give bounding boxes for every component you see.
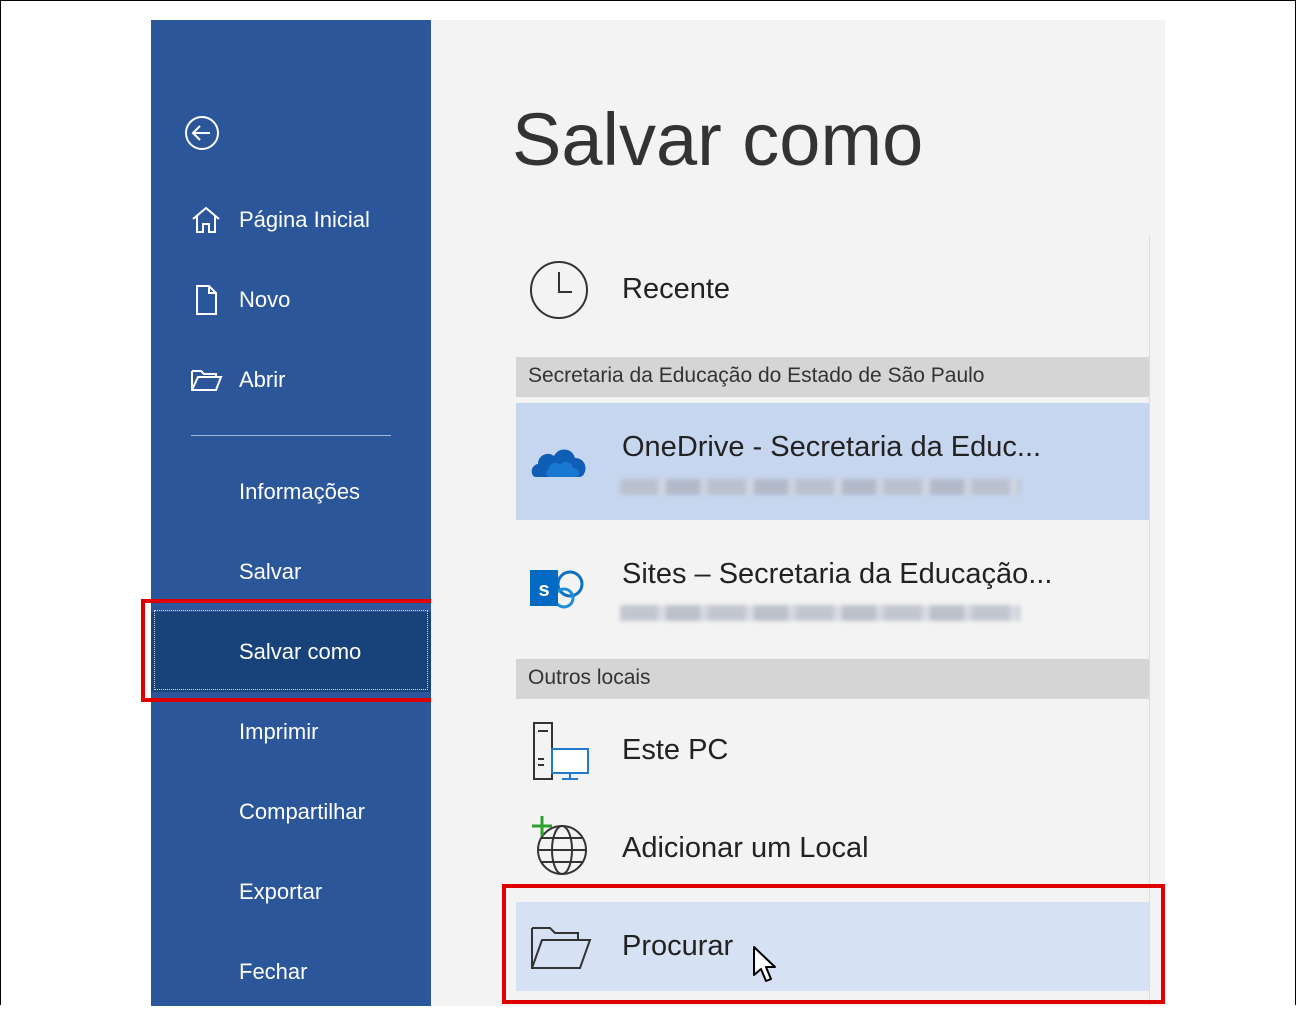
nav-label-home: Página Inicial [239,207,370,232]
page-title: Salvar como [512,98,924,181]
blurred-url [620,605,1020,621]
location-this-pc[interactable]: Este PC [516,707,1149,797]
location-sites[interactable]: s Sites – Secretaria da Educação... [516,528,1149,645]
open-folder-icon [191,370,223,391]
onedrive-label: OneDrive - Secretaria da Educ... [622,431,1042,463]
nav-label-close: Fechar [239,959,308,984]
sharepoint-icon: s [530,570,584,609]
highlight-box-save-as [141,599,443,702]
nav-label-new: Novo [239,287,291,312]
highlight-box-browse [502,884,1165,1004]
globe-add-icon [532,816,587,875]
sites-label: Sites – Secretaria da Educação... [622,558,1053,590]
new-document-icon [196,285,217,315]
nav-item-home[interactable]: Página Inicial [151,180,431,260]
sidebar-separator [191,435,391,436]
nav-item-print[interactable]: Imprimir [151,692,431,772]
recent-label: Recente [622,273,731,305]
nav-item-export[interactable]: Exportar [151,852,431,932]
nav-label-print: Imprimir [239,719,319,744]
nav-item-close[interactable]: Fechar [151,932,431,1012]
this-pc-label: Este PC [622,734,729,766]
section-org-label: Secretaria da Educação do Estado de São … [528,364,985,387]
svg-text:s: s [538,579,549,601]
nav-label-save: Salvar [239,559,302,584]
location-add-place[interactable]: Adicionar um Local [516,804,1149,894]
clock-icon [530,261,588,319]
nav-item-open[interactable]: Abrir [151,340,431,420]
onedrive-cloud-icon [531,449,586,477]
section-header-other: Outros locais [516,659,1149,699]
home-icon [192,206,220,233]
location-onedrive[interactable]: OneDrive - Secretaria da Educ... [516,403,1149,520]
blurred-url [620,479,1020,495]
nav-item-share[interactable]: Compartilhar [151,772,431,852]
nav-label-export: Exportar [239,879,323,904]
nav-label-share: Compartilhar [239,799,365,824]
location-recent[interactable]: Recente [516,245,1149,335]
nav-item-info[interactable]: Informações [151,452,431,532]
section-other-label: Outros locais [528,666,651,689]
nav-item-new[interactable]: Novo [151,260,431,340]
back-arrow-icon[interactable] [182,113,222,153]
nav-label-open: Abrir [239,367,286,392]
add-place-label: Adicionar um Local [622,832,869,864]
nav-label-info: Informações [239,479,361,504]
section-header-org: Secretaria da Educação do Estado de São … [516,357,1149,397]
this-pc-icon [533,722,589,780]
